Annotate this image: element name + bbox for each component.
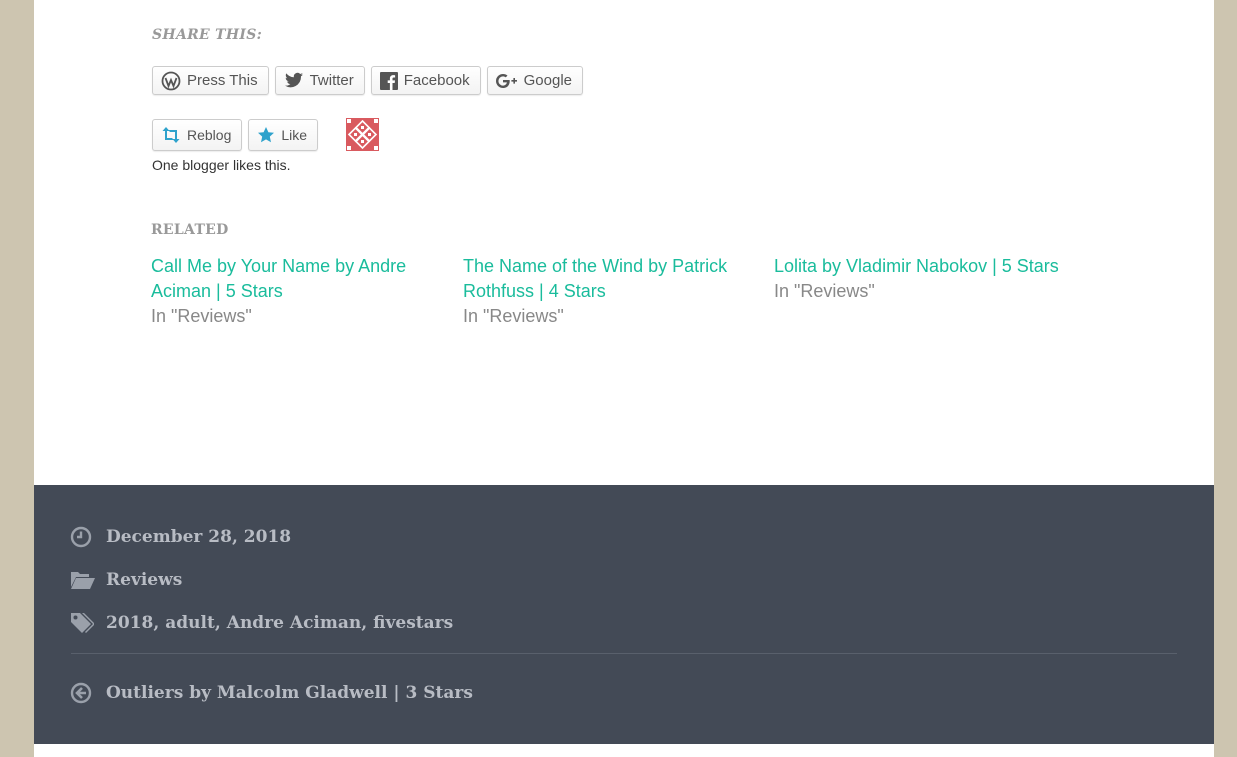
tag-link[interactable]: Andre Aciman bbox=[227, 613, 362, 633]
share-twitter-button[interactable]: Twitter bbox=[274, 66, 365, 95]
related-post-link[interactable]: Call Me by Your Name by Andre Aciman | 5… bbox=[151, 254, 421, 304]
related-post-link[interactable]: The Name of the Wind by Patrick Rothfuss… bbox=[463, 254, 733, 304]
tag-link[interactable]: adult bbox=[165, 613, 215, 633]
folder-open-icon bbox=[70, 568, 96, 592]
liker-avatar[interactable] bbox=[346, 118, 380, 151]
related-post: Lolita by Vladimir Nabokov | 5 Stars In … bbox=[774, 254, 1074, 304]
related-heading: RELATED bbox=[151, 222, 229, 238]
footer-divider bbox=[71, 653, 1177, 654]
post-date-row: December 28, 2018 bbox=[70, 525, 291, 549]
tag-link[interactable]: fivestars bbox=[373, 613, 453, 633]
reblog-icon bbox=[161, 126, 181, 144]
related-post: Call Me by Your Name by Andre Aciman | 5… bbox=[151, 254, 421, 329]
tag-link[interactable]: 2018 bbox=[106, 613, 153, 633]
share-facebook-label: Facebook bbox=[403, 72, 470, 89]
google-plus-icon bbox=[495, 73, 518, 89]
like-label: Like bbox=[281, 126, 308, 143]
like-widget: Reblog Like bbox=[152, 118, 380, 151]
share-facebook-button[interactable]: Facebook bbox=[370, 66, 481, 95]
post-date-link[interactable]: December 28, 2018 bbox=[106, 527, 291, 547]
tags-icon bbox=[70, 611, 96, 635]
share-heading: SHARE THIS: bbox=[152, 27, 263, 43]
previous-post-row: Outliers by Malcolm Gladwell | 3 Stars bbox=[70, 681, 473, 705]
post-footer: December 28, 2018 Reviews 2018, adult, A… bbox=[34, 485, 1214, 744]
twitter-icon bbox=[284, 72, 304, 90]
page-bottom-edge bbox=[34, 744, 1214, 757]
previous-post-link[interactable]: Outliers by Malcolm Gladwell | 3 Stars bbox=[106, 683, 473, 703]
related-post-context: In "Reviews" bbox=[463, 306, 564, 326]
post-category-link[interactable]: Reviews bbox=[106, 570, 182, 590]
related-post-link[interactable]: Lolita by Vladimir Nabokov | 5 Stars bbox=[774, 254, 1074, 279]
arrow-circle-left-icon bbox=[70, 681, 96, 705]
likes-summary: One blogger likes this. bbox=[152, 157, 291, 173]
related-post-context: In "Reviews" bbox=[774, 281, 875, 301]
related-post: The Name of the Wind by Patrick Rothfuss… bbox=[463, 254, 733, 329]
share-google-button[interactable]: Google bbox=[486, 66, 584, 95]
post-category-row: Reviews bbox=[70, 568, 182, 592]
share-press-this-label: Press This bbox=[187, 72, 258, 89]
facebook-icon bbox=[379, 71, 398, 90]
share-google-label: Google bbox=[523, 72, 573, 89]
star-icon bbox=[257, 126, 275, 144]
share-twitter-label: Twitter bbox=[309, 72, 354, 89]
like-button[interactable]: Like bbox=[248, 118, 319, 151]
reblog-label: Reblog bbox=[187, 126, 232, 143]
reblog-button[interactable]: Reblog bbox=[152, 118, 243, 151]
clock-icon bbox=[70, 525, 96, 549]
post-tags-row: 2018, adult, Andre Aciman, fivestars bbox=[70, 611, 453, 635]
wordpress-icon bbox=[161, 71, 181, 91]
related-post-context: In "Reviews" bbox=[151, 306, 252, 326]
share-buttons: Press This Twitter Facebook Google bbox=[152, 66, 584, 95]
share-press-this-button[interactable]: Press This bbox=[152, 66, 269, 95]
